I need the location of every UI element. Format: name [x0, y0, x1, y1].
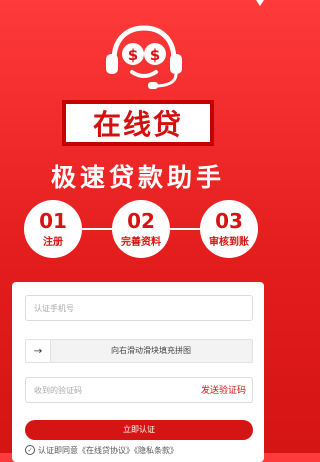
arrow-right-icon: → — [33, 345, 43, 357]
verification-code-field[interactable]: 发送验证码 — [25, 377, 253, 403]
step-label: 注册 — [43, 236, 63, 248]
brand-logo-box: 在线贷 — [62, 100, 214, 146]
step-label: 审核到账 — [209, 236, 249, 248]
step-review-payout: 03 审核到账 — [200, 200, 258, 258]
headset-money-logo: $ $ — [106, 25, 182, 89]
verification-code-input[interactable] — [26, 378, 176, 403]
brand-name: 在线贷 — [92, 108, 183, 141]
auth-form-card: → 向右滑动滑块填充拼图 发送验证码 立即认证 ✓ 认证即同意《在线贷协议》《隐… — [12, 282, 264, 462]
step-label: 完善资料 — [121, 236, 161, 248]
phone-field[interactable] — [25, 295, 253, 321]
step-register: 01 注册 — [24, 200, 82, 258]
status-bar — [0, 0, 276, 10]
brand-tagline: 极速贷款助手 — [50, 163, 225, 192]
agreement-text: 认证即同意《在线贷协议》《隐私条款》 — [38, 445, 178, 455]
wifi-icon — [256, 0, 264, 6]
svg-text:$: $ — [128, 46, 138, 64]
submit-button[interactable]: 立即认证 — [25, 420, 253, 440]
svg-text:$: $ — [150, 46, 160, 64]
slider-hint: 向右滑动滑块填充拼图 — [111, 346, 191, 355]
step-complete-profile: 02 完善资料 — [112, 200, 170, 258]
captcha-slider[interactable]: → 向右滑动滑块填充拼图 — [25, 339, 253, 363]
steps-row: 01 注册 02 完善资料 03 审核到账 — [0, 200, 276, 264]
slider-handle[interactable]: → — [26, 340, 51, 362]
send-code-button[interactable]: 发送验证码 — [201, 378, 246, 404]
step-number: 03 — [215, 208, 243, 233]
checkbox-icon[interactable]: ✓ — [25, 445, 35, 455]
step-number: 01 — [39, 208, 67, 233]
phone-input[interactable] — [26, 296, 252, 321]
agreement-row: ✓ 认证即同意《在线贷协议》《隐私条款》 — [25, 444, 253, 456]
step-number: 02 — [127, 208, 155, 233]
